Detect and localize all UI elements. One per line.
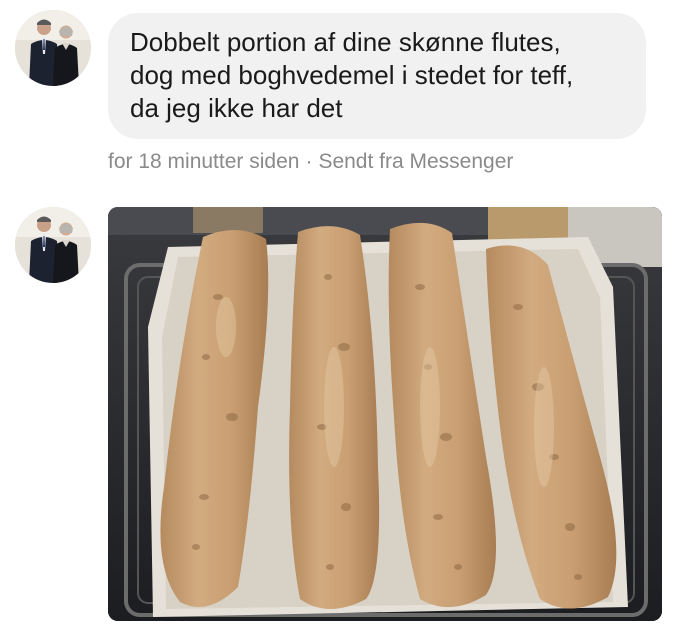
sender-avatar[interactable] — [15, 10, 91, 86]
couple-photo-icon — [15, 10, 91, 86]
couple-photo-icon — [15, 207, 91, 283]
message-line: Dobbelt portion af dine skønne flutes, — [130, 27, 561, 57]
message-line: da jeg ikke har det — [130, 93, 343, 123]
bread-photo — [108, 207, 662, 621]
message-photo[interactable] — [108, 207, 662, 621]
timestamp: for 18 minutter siden — [108, 150, 300, 173]
message-bubble[interactable]: Dobbelt portion af dine skønne flutes, d… — [108, 13, 646, 139]
sender-avatar[interactable] — [15, 207, 91, 283]
message-meta: for 18 minutter siden · Sendt fra Messenge… — [108, 148, 513, 176]
message-line: dog med boghvedemel i stedet for teff, — [130, 60, 574, 90]
sent-from-link[interactable]: Sendt fra Messenger — [318, 150, 513, 173]
meta-separator: · — [305, 150, 313, 173]
